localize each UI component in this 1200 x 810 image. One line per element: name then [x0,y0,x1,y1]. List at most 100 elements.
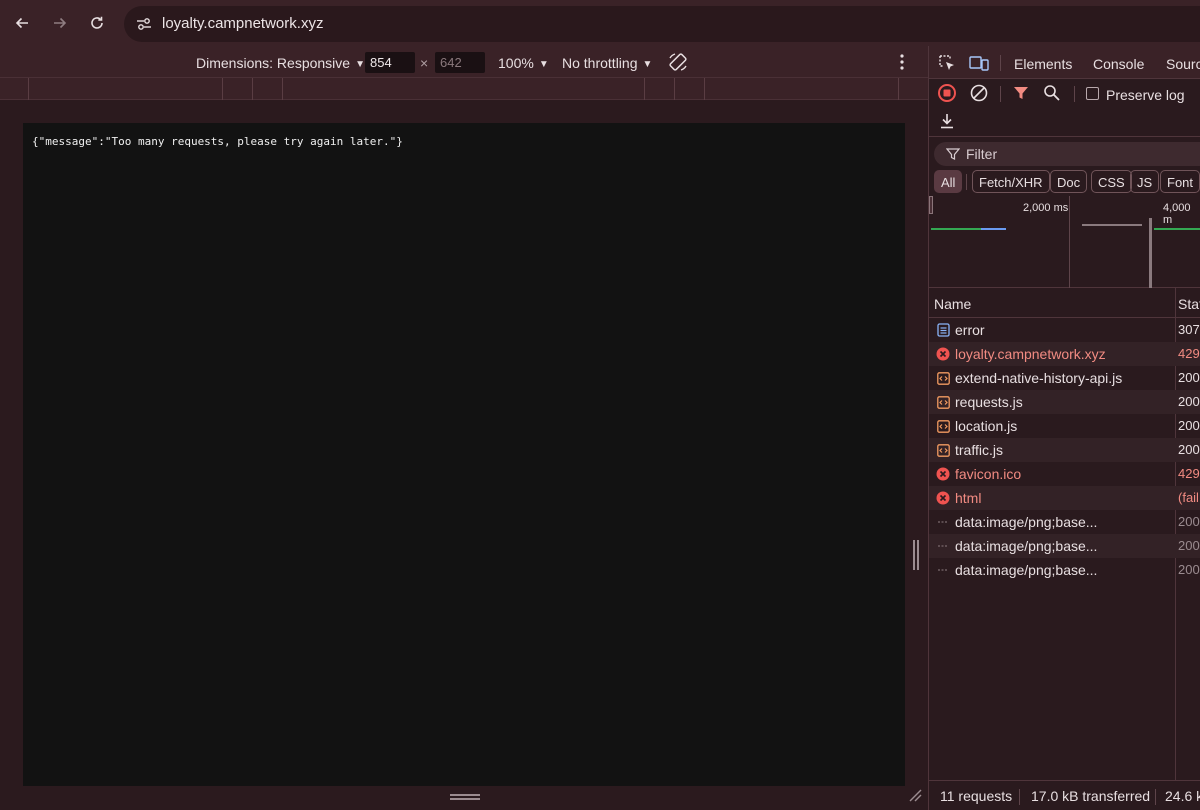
preserve-log-label: Preserve log [1106,87,1185,103]
export-har-button[interactable] [936,110,958,132]
image-icon [936,539,950,553]
clear-icon [970,84,988,102]
address-bar[interactable]: loyalty.campnetwork.xyz [124,6,1200,42]
timeline-bar-gray [1082,224,1142,226]
column-status-header[interactable]: Stat [1178,296,1200,312]
tab-elements[interactable]: Elements [1014,56,1072,72]
filter-chip-font[interactable]: Font [1160,170,1200,193]
caret-down-icon: ▼ [538,59,549,70]
resize-handle-right[interactable] [912,540,920,570]
resize-handle-corner[interactable] [908,788,922,802]
overview-selection-handle[interactable] [929,196,933,214]
request-status: 200 [1178,418,1200,433]
table-row[interactable]: loyalty.campnetwork.xyz 429 [929,342,1200,366]
request-name: location.js [955,418,1018,434]
request-status: 200 [1178,562,1200,577]
clear-button[interactable] [968,82,990,104]
filter-icon [946,148,960,160]
tab-console[interactable]: Console [1093,56,1144,72]
overview-tick-2000ms: 2,000 ms [1023,202,1069,214]
dimensions-label: Dimensions: Responsive [196,55,351,71]
resize-handle-bottom[interactable] [450,793,480,801]
table-row[interactable]: data:image/png;base... 200 [929,534,1200,558]
table-row[interactable]: traffic.js 200 [929,438,1200,462]
network-overview-timeline[interactable]: 2,000 ms 4,000 m [929,196,1200,288]
filter-chip-js[interactable]: JS [1130,170,1160,193]
zoom-label: 100% [498,55,534,71]
filter-chip-css[interactable]: CSS [1091,170,1132,193]
table-row[interactable]: html (fail [929,486,1200,510]
tune-icon [137,18,151,30]
inspect-element-button[interactable] [936,52,958,74]
device-toolbar-toggle[interactable] [968,52,990,74]
timeline-bar-blue [981,228,1006,230]
request-name: error [955,322,985,338]
rotate-button[interactable] [667,51,689,73]
table-row[interactable]: data:image/png;base... 200 [929,510,1200,534]
download-icon [941,114,953,129]
devtools-panel: Elements Console Sourc Preserve log Filt… [928,46,1200,810]
filter-chip-fetch-xhr[interactable]: Fetch/XHR [972,170,1050,193]
throttling-dropdown[interactable]: No throttling ▼ [562,55,652,71]
request-status: (fail [1178,490,1199,505]
network-summary-bar: 11 requests 17.0 kB transferred 24.6 k [929,780,1200,810]
filter-chip-all[interactable]: All [934,170,963,193]
page-viewport[interactable]: {"message":"Too many requests, please tr… [23,123,905,786]
script-icon [936,443,950,457]
request-name: data:image/png;base... [955,514,1098,530]
table-row[interactable]: error 307 [929,318,1200,342]
table-row[interactable]: data:image/png;base... 200 [929,558,1200,582]
request-name: traffic.js [955,442,1003,458]
record-icon [938,84,956,102]
request-status: 429 [1178,346,1200,361]
timeline-bar-green-2 [1154,228,1200,230]
zoom-dropdown[interactable]: 100% ▼ [498,55,549,71]
search-icon [1044,85,1060,101]
inspect-icon [939,55,954,70]
throttling-label: No throttling [562,55,638,71]
overview-tick-4000ms: 4,000 m [1163,202,1191,226]
script-icon [936,419,950,433]
height-input[interactable]: 642 [435,52,485,73]
caret-down-icon: ▼ [642,59,653,70]
more-vert-icon [900,54,904,70]
error-icon [936,491,950,505]
request-status: 200 [1178,370,1200,385]
requests-table-header: Name Stat [929,288,1200,318]
summary-resources: 24.6 k [1165,788,1200,804]
stop-recording-button[interactable] [936,82,958,104]
more-options-button[interactable] [895,53,909,71]
arrow-right-icon [54,17,67,29]
width-input[interactable]: 854 [365,52,415,73]
table-row[interactable]: extend-native-history-api.js 200 [929,366,1200,390]
media-query-ruler[interactable] [0,78,928,100]
timeline-bar-green-1 [931,228,981,230]
filter-toggle-button[interactable] [1010,82,1032,104]
rotate-icon [669,53,687,71]
timeline-marker [1149,218,1152,288]
dimensions-dropdown[interactable]: Dimensions: Responsive ▼ [196,55,365,71]
table-row[interactable]: requests.js 200 [929,390,1200,414]
request-name: extend-native-history-api.js [955,370,1123,386]
column-name-header[interactable]: Name [934,296,971,312]
table-row[interactable]: favicon.ico 429 [929,462,1200,486]
request-status: 429 [1178,466,1200,481]
filter-chip-doc[interactable]: Doc [1050,170,1088,193]
preserve-log-checkbox[interactable] [1086,87,1099,100]
filter-input[interactable]: Filter [934,142,1200,166]
back-button[interactable] [9,10,35,36]
table-row[interactable]: location.js 200 [929,414,1200,438]
search-button[interactable] [1041,82,1063,104]
request-name: favicon.ico [955,466,1022,482]
site-info-button[interactable] [134,14,154,34]
request-status: 200 [1178,538,1200,553]
reload-icon [91,16,103,29]
script-icon [936,395,950,409]
reload-button[interactable] [84,10,110,36]
devtools-tabbar: Elements Console Sourc [929,46,1200,79]
filter-placeholder: Filter [966,146,998,162]
forward-button[interactable] [47,10,73,36]
request-status: 200 [1178,514,1200,529]
tab-sources[interactable]: Sourc [1166,56,1200,72]
network-toolbar: Preserve log [929,79,1200,137]
